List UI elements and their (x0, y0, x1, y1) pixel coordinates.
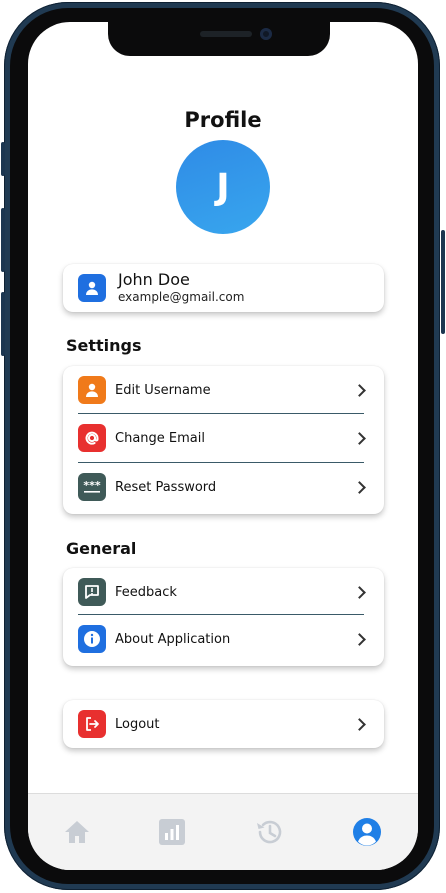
volume-up-button (1, 208, 5, 272)
settings-card: Edit Username Change Email *** Reset Pas… (63, 366, 384, 514)
profile-icon (353, 818, 381, 846)
password-icon: *** (78, 473, 106, 501)
general-section-title: General (66, 539, 137, 558)
app-screen: Profile J John Doe example@gmail.com Set… (28, 22, 418, 870)
chevron-right-icon (353, 632, 366, 646)
power-button (441, 230, 445, 334)
history-icon (257, 820, 282, 844)
nav-stats[interactable] (156, 816, 188, 848)
silent-switch (1, 142, 5, 176)
chevron-right-icon (353, 717, 366, 731)
feedback-label: Feedback (115, 584, 177, 600)
speaker-grill (200, 31, 252, 37)
about-application-row[interactable]: About Application (63, 615, 384, 663)
logout-card[interactable]: Logout (63, 700, 384, 748)
bottom-navigation (28, 793, 418, 870)
logout-icon (78, 710, 106, 738)
svg-text:***: *** (83, 479, 101, 492)
person-icon (78, 376, 106, 404)
notch (108, 22, 330, 56)
chevron-right-icon (353, 480, 366, 494)
feedback-row[interactable]: Feedback (63, 568, 384, 616)
nav-home[interactable] (61, 816, 93, 848)
change-email-row[interactable]: Change Email (63, 414, 384, 462)
nav-history[interactable] (254, 816, 286, 848)
avatar-initial: J (216, 166, 230, 208)
about-application-label: About Application (115, 631, 231, 647)
change-email-label: Change Email (115, 430, 205, 446)
front-camera (260, 28, 272, 40)
settings-section-title: Settings (66, 336, 142, 355)
chevron-right-icon (353, 431, 366, 445)
reset-password-row[interactable]: *** Reset Password (63, 463, 384, 511)
avatar[interactable]: J (176, 140, 270, 234)
user-card[interactable]: John Doe example@gmail.com (63, 264, 384, 312)
general-card: Feedback About Application (63, 568, 384, 666)
page-title: Profile (184, 108, 262, 132)
edit-username-label: Edit Username (115, 382, 211, 398)
bar-chart-icon (159, 819, 185, 845)
reset-password-label: Reset Password (115, 479, 217, 495)
at-sign-icon (78, 424, 106, 452)
logout-label: Logout (115, 716, 160, 732)
home-icon (65, 821, 89, 843)
user-name: John Doe (118, 270, 190, 289)
chevron-right-icon (353, 585, 366, 599)
volume-down-button (1, 292, 5, 356)
edit-username-row[interactable]: Edit Username (63, 366, 384, 414)
person-icon (78, 274, 106, 302)
logout-row[interactable]: Logout (63, 700, 384, 748)
feedback-icon (78, 578, 106, 606)
nav-profile[interactable] (351, 816, 383, 848)
chevron-right-icon (353, 383, 366, 397)
user-email: example@gmail.com (118, 290, 245, 304)
info-icon (78, 625, 106, 653)
